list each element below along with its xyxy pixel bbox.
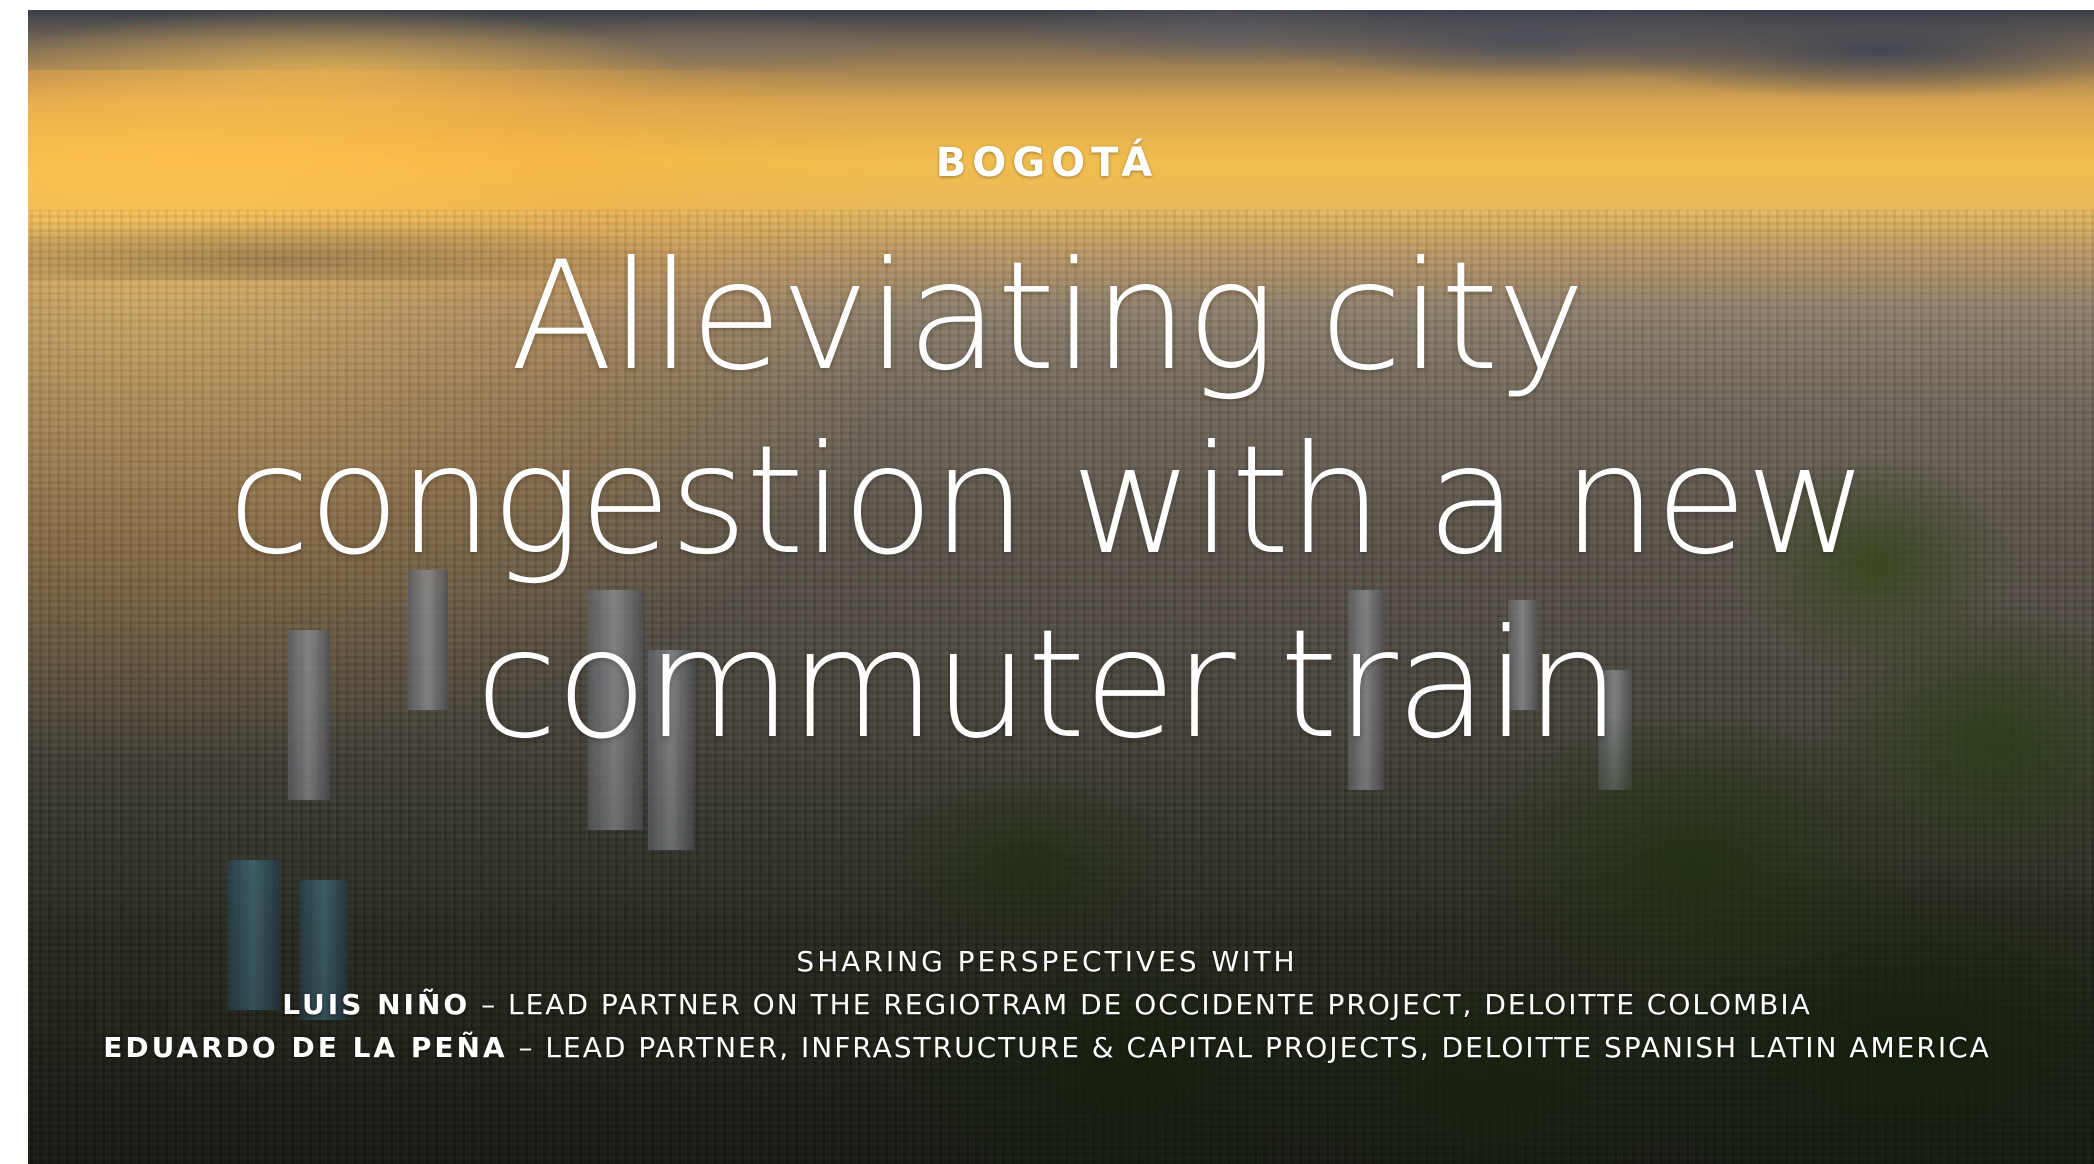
contributor-role: LEAD PARTNER ON THE REGIOTRAM DE OCCIDEN… xyxy=(508,988,1812,1021)
contributor-name: EDUARDO DE LA PEÑA xyxy=(103,1031,508,1064)
article-headline: Alleviating city congestion with a new c… xyxy=(227,230,1868,772)
contributor-line: LUIS NIÑO – LEAD PARTNER ON THE REGIOTRA… xyxy=(0,983,2094,1026)
contributor-role: LEAD PARTNER, INFRASTRUCTURE & CAPITAL P… xyxy=(545,1031,1991,1064)
page: BOGOTÁ Alleviating city congestion with … xyxy=(0,0,2094,1164)
contributor-separator: – xyxy=(507,1031,546,1064)
contributor-line: EDUARDO DE LA PEÑA – LEAD PARTNER, INFRA… xyxy=(0,1026,2094,1069)
location-kicker: BOGOTÁ xyxy=(935,140,1159,186)
contributor-name: LUIS NIÑO xyxy=(282,988,471,1021)
credits-intro: SHARING PERSPECTIVES WITH xyxy=(796,945,1298,978)
contributor-separator: – xyxy=(470,988,509,1021)
contributors-credits: SHARING PERSPECTIVES WITH LUIS NIÑO – LE… xyxy=(0,940,2094,1069)
